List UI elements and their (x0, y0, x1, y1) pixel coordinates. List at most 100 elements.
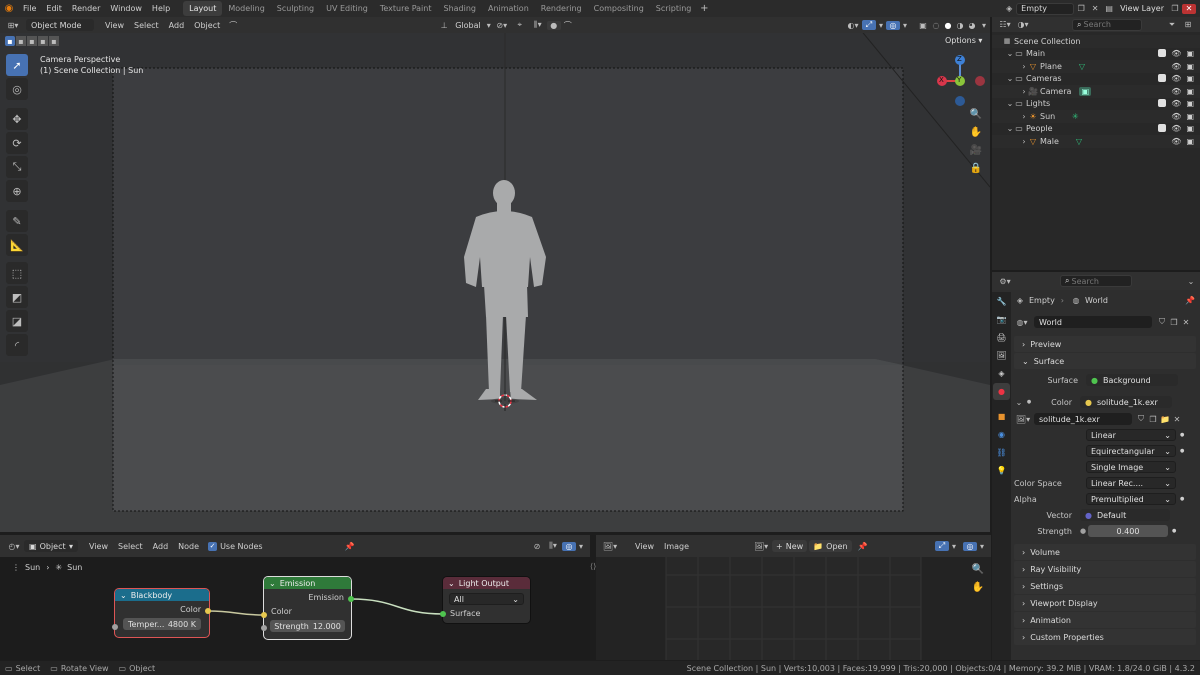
menu-edit[interactable]: Edit (41, 4, 67, 13)
scene-field[interactable]: Empty (1016, 2, 1075, 15)
snap-icon[interactable]: ⌖ (511, 20, 529, 30)
view-layer-icon[interactable]: ▤ (1102, 4, 1116, 13)
tab-layout[interactable]: Layout (183, 1, 223, 16)
interpolation-dropdown[interactable]: Linear ⌄ (1086, 429, 1176, 441)
keyframe-dot-icon[interactable]: ● (1180, 448, 1184, 454)
emission-strength-field[interactable]: Strength 12.000 (270, 620, 345, 632)
tab-rendering[interactable]: Rendering (535, 1, 588, 16)
output-target-dropdown[interactable]: All ⌄ (449, 593, 524, 605)
keyframe-dot-icon[interactable]: ● (1024, 399, 1034, 405)
camera-render-icon[interactable]: ▣ (1186, 137, 1194, 146)
select-extend-icon[interactable]: ▪ (16, 36, 26, 46)
tool-extra-1[interactable]: ◩ (6, 286, 28, 308)
color-space-dropdown[interactable]: Linear Rec.... ⌄ (1086, 477, 1176, 489)
section-ray-visibility[interactable]: › Ray Visibility (1014, 561, 1196, 577)
image-name-field[interactable]: solitude_1k.exr (1034, 413, 1132, 425)
section-viewport-display[interactable]: › Viewport Display (1014, 595, 1196, 611)
copy-view-layer-icon[interactable]: ❐ (1168, 4, 1182, 13)
tool-move[interactable]: ✥ (6, 108, 28, 130)
shading-material-icon[interactable]: ◑ (954, 21, 966, 30)
camera-data-icon[interactable]: ▣ (1079, 86, 1092, 96)
eye-icon[interactable]: 👁 (1171, 112, 1181, 121)
shader-node-editor[interactable]: ◴▾ ▣ Object ▾ View Select Add Node ✓ Use No… (0, 535, 590, 660)
collapse-arrow-icon[interactable]: › (1020, 112, 1028, 121)
gizmo-dropdown-icon[interactable]: ▾ (949, 542, 959, 551)
open-image-button[interactable]: 📁 Open (809, 540, 852, 552)
tool-extra-2[interactable]: ◪ (6, 310, 28, 332)
projection-dropdown[interactable]: Equirectangular ⌄ (1086, 445, 1176, 457)
keyframe-dot-icon[interactable]: ● (1172, 528, 1176, 534)
viewport-menu-add[interactable]: Add (164, 21, 190, 30)
unlink-icon[interactable]: ✕ (1180, 318, 1192, 327)
exclude-checkbox[interactable] (1158, 74, 1167, 83)
image-editor-type-icon[interactable]: 🖼▾ (600, 542, 620, 551)
tab-tool[interactable]: 🔧 (993, 293, 1010, 310)
eye-icon[interactable]: 👁 (1171, 99, 1181, 108)
eye-icon[interactable]: 👁 (1171, 124, 1181, 133)
viewport-menu-view[interactable]: View (100, 21, 129, 30)
pin-icon[interactable]: 📌 (856, 542, 870, 551)
xray-icon[interactable]: ▣ (916, 21, 930, 30)
eye-icon[interactable]: 👁 (1171, 137, 1181, 146)
image-menu-image[interactable]: Image (659, 542, 694, 551)
display-mode-icon[interactable]: ◑▾ (1014, 20, 1032, 29)
tab-compositing[interactable]: Compositing (588, 1, 650, 16)
exclude-checkbox[interactable] (1158, 49, 1167, 58)
eye-icon[interactable]: 👁 (1171, 87, 1181, 96)
tab-constraints[interactable]: ⛓ (993, 444, 1010, 461)
overlay-toggle-icon[interactable]: ◎ (886, 20, 900, 30)
options-dropdown[interactable]: Options ▾ (945, 36, 982, 45)
section-custom-properties[interactable]: › Custom Properties (1014, 629, 1196, 645)
transform-orientation-dropdown[interactable]: Global (451, 21, 485, 30)
section-preview[interactable]: › Preview (1014, 336, 1196, 352)
menu-render[interactable]: Render (67, 4, 105, 13)
tool-scale[interactable]: ⤡ (6, 156, 28, 178)
emission-color-socket[interactable] (261, 612, 267, 618)
expand-arrow-icon[interactable]: ⌄ (1006, 124, 1014, 133)
viewport-3d[interactable]: ⊞▾ Object Mode View Select Add Object ⌒ … (0, 17, 990, 532)
tab-render[interactable]: 📷 (993, 311, 1010, 328)
eye-icon[interactable]: 👁 (1171, 62, 1181, 71)
section-volume[interactable]: › Volume (1014, 544, 1196, 560)
section-surface[interactable]: ⌄ Surface (1014, 353, 1196, 369)
section-animation[interactable]: › Animation (1014, 612, 1196, 628)
expand-arrow-icon[interactable]: ⌄ (1006, 99, 1014, 108)
keyframe-dot-icon[interactable]: ● (1180, 496, 1184, 502)
menu-window[interactable]: Window (105, 4, 147, 13)
properties-editor-icon[interactable]: ⚙▾ (996, 277, 1014, 286)
tab-view-layer[interactable]: 🖼 (993, 347, 1010, 364)
strength-field[interactable]: 0.400 (1088, 525, 1168, 537)
tab-data[interactable]: 💡 (993, 462, 1010, 479)
expand-arrow-icon[interactable]: ⌄ (1006, 74, 1014, 83)
properties-search-input[interactable]: ⌕ Search (1060, 275, 1132, 287)
sun-data-icon[interactable]: ✳ (1069, 112, 1081, 121)
close-scene-icon[interactable]: ✕ (1088, 4, 1102, 13)
outliner-row-male[interactable]: › ▽ Male ▽ 👁 ▣ (992, 135, 1200, 148)
node-light-output[interactable]: ⌄ Light Output All ⌄ Surface (443, 577, 530, 623)
pan-button[interactable]: ✋ (969, 578, 987, 596)
camera-render-icon[interactable]: ▣ (1186, 87, 1194, 96)
alpha-dropdown[interactable]: Premultiplied ⌄ (1086, 493, 1176, 505)
copy-scene-icon[interactable]: ❐ (1074, 4, 1088, 13)
light-output-surface-socket[interactable] (440, 611, 446, 617)
node-emission[interactable]: ⌄ Emission Emission Color Strength 12.000 (264, 577, 351, 639)
camera-render-icon[interactable]: ▣ (1186, 99, 1194, 108)
camera-render-icon[interactable]: ▣ (1186, 49, 1194, 58)
blackbody-temp-socket[interactable] (112, 624, 118, 630)
chevron-down-icon[interactable]: ⌄ (1186, 277, 1196, 286)
snap-target-icon[interactable]: ⫼▾ (529, 20, 547, 30)
fake-user-icon[interactable]: ⛉ (1135, 414, 1147, 424)
select-intersect-icon[interactable]: ▪ (49, 36, 59, 46)
mesh-data-icon[interactable]: ▽ (1076, 62, 1088, 71)
emission-strength-socket[interactable] (261, 625, 267, 631)
tab-scripting[interactable]: Scripting (650, 1, 698, 16)
curve-icon[interactable]: ⌒ (225, 20, 241, 31)
expand-arrow-icon[interactable]: ⌄ (1006, 49, 1014, 58)
tool-cursor[interactable]: ◎ (6, 78, 28, 100)
collapse-arrow-icon[interactable]: › (1020, 137, 1028, 146)
duplicate-icon[interactable]: ❐ (1168, 318, 1180, 327)
zoom-button[interactable]: 🔍 (967, 105, 985, 123)
gizmo-toggle-icon[interactable]: ⤢ (862, 20, 876, 30)
image-browse-icon[interactable]: 🖼▾ (1014, 415, 1032, 424)
exclude-checkbox[interactable] (1158, 99, 1167, 108)
